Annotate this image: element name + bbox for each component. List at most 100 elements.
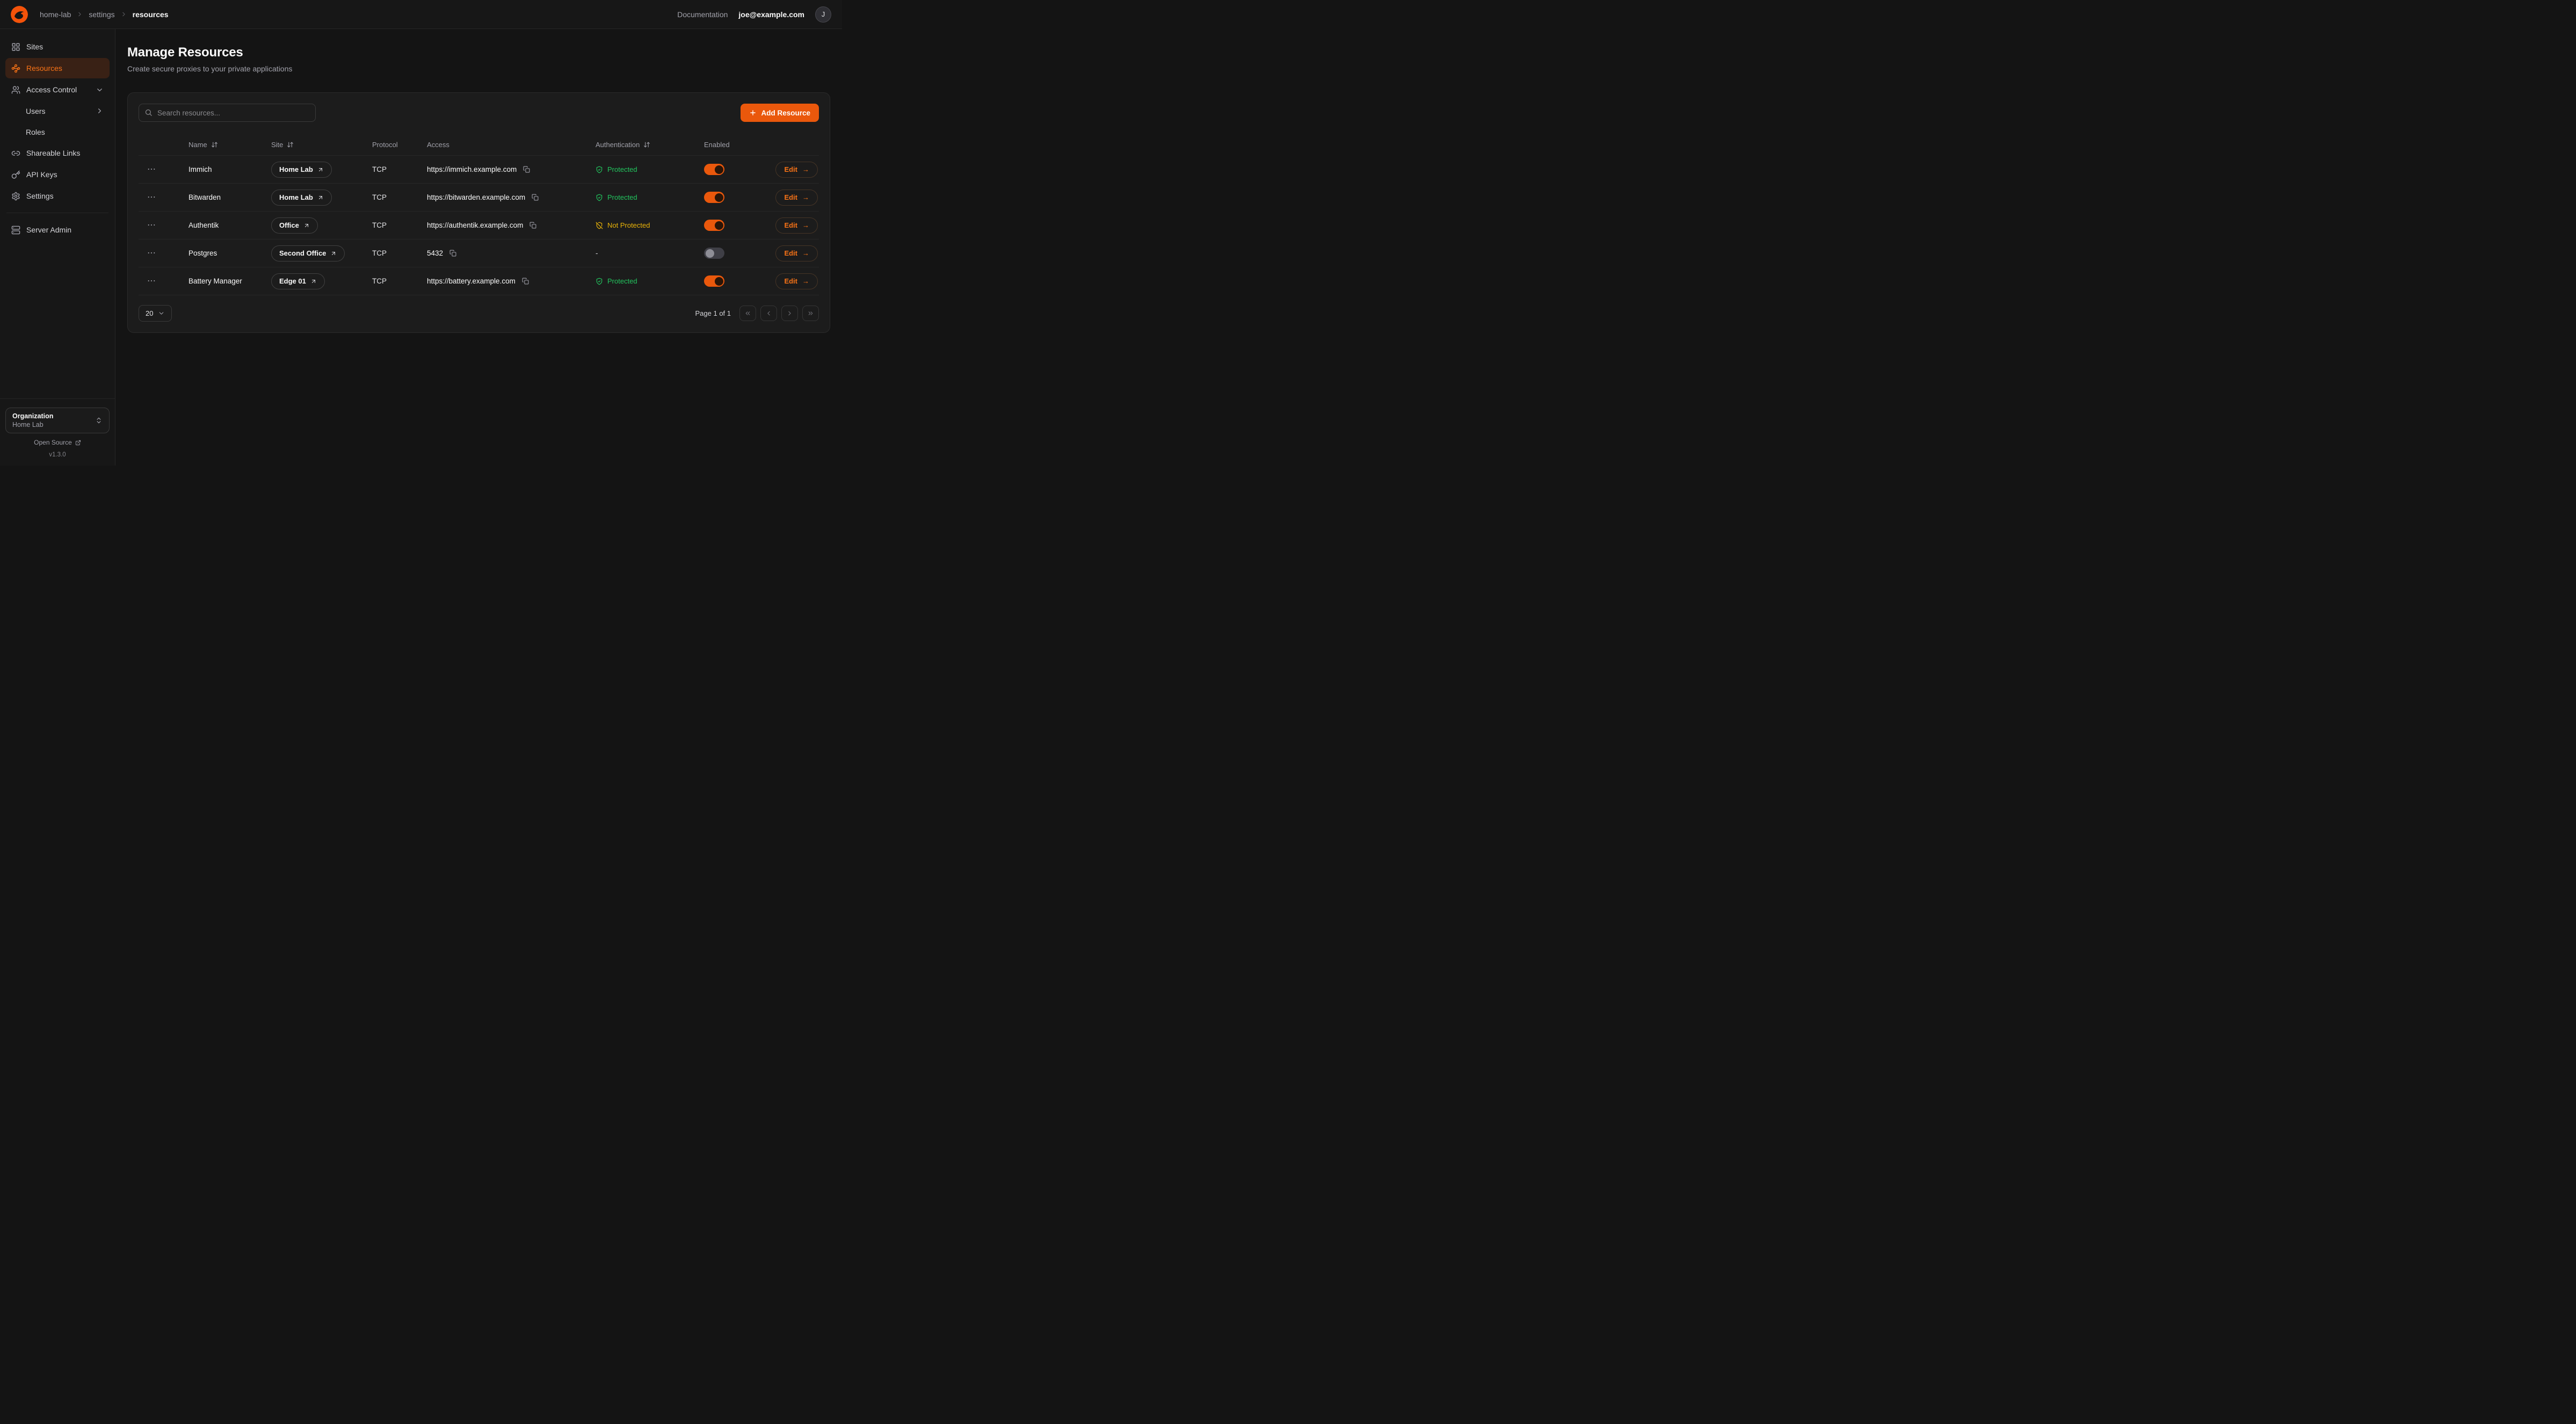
arrow-right-icon: → [802,221,809,229]
enabled-toggle[interactable] [704,220,724,231]
topbar-left: home-lab settings resources [11,6,169,23]
external-link-icon [317,194,324,201]
server-icon [11,226,20,235]
chevron-left-icon [765,310,772,317]
toggle-knob [715,221,723,230]
edit-button[interactable]: Edit→ [775,245,818,261]
site-link-button[interactable]: Home Lab [271,162,332,178]
sidebar-item-api-keys[interactable]: API Keys [5,164,110,185]
page-size-select[interactable]: 20 [139,305,172,322]
toggle-knob [715,165,723,174]
resource-name: Bitwarden [188,193,271,201]
sidebar-item-users[interactable]: Users [5,101,110,121]
sidebar-item-shareable-links[interactable]: Shareable Links [5,143,110,163]
copy-icon[interactable] [531,193,540,202]
sidebar-item-roles[interactable]: Roles [5,122,110,142]
search-input[interactable] [139,104,316,122]
sidebar-bottom: Organization Home Lab Open Source v1.3.0 [5,398,110,458]
copy-icon[interactable] [528,221,538,230]
chevrons-up-down-icon [95,417,103,424]
copy-icon[interactable] [521,277,530,286]
table-row: ⋯PostgresSecond OfficeTCP5432-Edit→ [139,239,819,267]
column-header-access: Access [427,141,449,149]
column-header-enabled: Enabled [704,141,730,149]
sidebar-item-sites[interactable]: Sites [5,37,110,57]
user-email[interactable]: joe@example.com [738,10,804,19]
copy-icon[interactable] [448,249,458,258]
table-row: ⋯BitwardenHome LabTCPhttps://bitwarden.e… [139,183,819,211]
resource-name: Battery Manager [188,277,271,285]
resource-protocol: TCP [372,277,427,285]
enabled-toggle[interactable] [704,192,724,203]
enabled-toggle[interactable] [704,275,724,287]
arrow-right-icon: → [802,249,809,257]
grid-icon [11,42,20,52]
add-resource-button[interactable]: Add Resource [741,104,819,122]
resource-protocol: TCP [372,165,427,173]
edit-button[interactable]: Edit→ [775,162,818,178]
copy-icon[interactable] [522,165,531,174]
breadcrumb-org[interactable]: home-lab [40,10,71,19]
sidebar-item-label: Server Admin [26,226,104,234]
resource-name: Authentik [188,221,271,229]
site-link-button[interactable]: Second Office [271,245,345,261]
topbar: home-lab settings resources Documentatio… [0,0,842,29]
sidebar-item-label: Access Control [26,85,90,94]
row-menu-button[interactable]: ⋯ [147,277,156,286]
edit-button[interactable]: Edit→ [775,190,818,206]
row-menu-button[interactable]: ⋯ [147,193,156,202]
external-link-icon [330,250,337,257]
app-logo-icon[interactable] [11,6,28,23]
row-menu-button[interactable]: ⋯ [147,165,156,174]
column-header-authentication[interactable]: Authentication [596,141,650,149]
shield-check-icon [596,166,603,173]
edit-button[interactable]: Edit→ [775,273,818,289]
sort-icon [211,141,218,148]
chevrons-left-icon [744,310,751,317]
table-footer: 20 Page 1 of 1 [139,305,819,322]
last-page-button[interactable] [802,306,819,321]
chevron-down-icon [96,86,104,94]
row-menu-button[interactable]: ⋯ [147,221,156,230]
row-menu-button[interactable]: ⋯ [147,249,156,258]
breadcrumb-separator-icon [76,11,83,18]
pagination-buttons [739,306,819,321]
chevron-down-icon [158,310,165,317]
next-page-button[interactable] [781,306,798,321]
documentation-link[interactable]: Documentation [677,10,728,19]
sidebar-item-resources[interactable]: Resources [5,58,110,78]
table-row: ⋯ImmichHome LabTCPhttps://immich.example… [139,155,819,183]
arrow-right-icon: → [802,193,809,201]
avatar[interactable]: J [815,6,831,23]
auth-status: Not Protected [596,221,650,229]
auth-status-none: - [596,249,598,257]
resource-access: https://bitwarden.example.com [427,193,525,201]
sort-icon [643,141,650,148]
auth-status: Protected [596,277,637,285]
previous-page-button[interactable] [760,306,777,321]
organization-selector[interactable]: Organization Home Lab [5,408,110,433]
breadcrumb-settings[interactable]: settings [89,10,114,19]
enabled-toggle[interactable] [704,248,724,259]
sidebar-item-settings[interactable]: Settings [5,186,110,206]
first-page-button[interactable] [739,306,756,321]
edit-button[interactable]: Edit→ [775,217,818,234]
chevron-right-icon [786,310,793,317]
site-link-button[interactable]: Edge 01 [271,273,325,289]
resource-access: https://battery.example.com [427,277,516,285]
sidebar-item-server-admin[interactable]: Server Admin [5,220,110,240]
enabled-toggle[interactable] [704,164,724,175]
resource-name: Postgres [188,249,271,257]
column-header-site[interactable]: Site [271,141,294,149]
sidebar-item-access-control[interactable]: Access Control [5,79,110,100]
site-link-button[interactable]: Home Lab [271,190,332,206]
chevron-right-icon [96,107,104,115]
external-link-icon [75,440,81,446]
open-source-link[interactable]: Open Source [5,439,110,446]
column-header-name[interactable]: Name [188,141,218,149]
site-link-button[interactable]: Office [271,217,318,234]
resources-toolbar: Add Resource [139,104,819,122]
search-box [139,104,316,122]
page-title: Manage Resources [127,45,830,60]
page-info: Page 1 of 1 [695,309,731,317]
